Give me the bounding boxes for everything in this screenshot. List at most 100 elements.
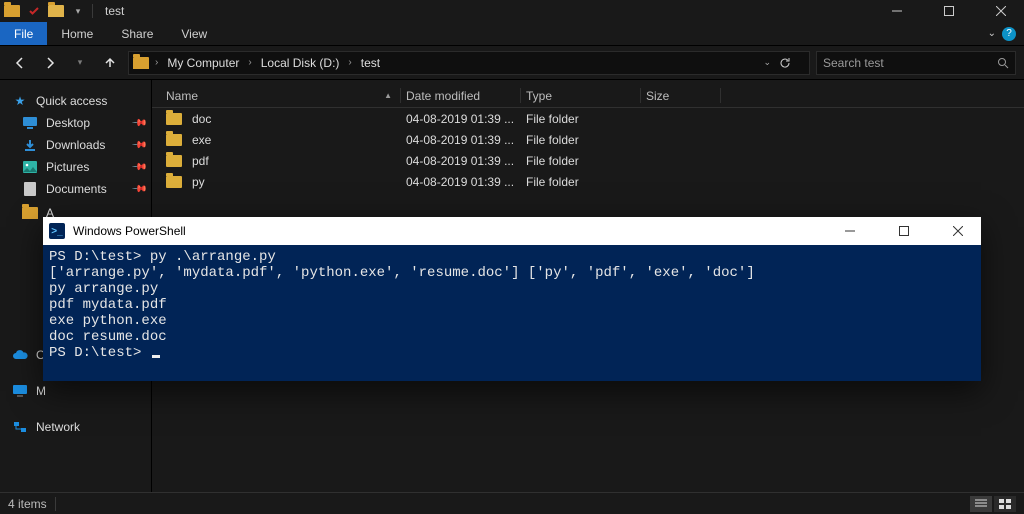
column-headers[interactable]: Name ▲ Date modified Type Size [152,84,1024,108]
pin-icon: 📌 [130,159,147,176]
desktop-icon [22,115,38,131]
view-toggle [970,496,1016,512]
forward-button[interactable] [38,51,62,75]
powershell-title: Windows PowerShell [73,224,186,238]
explorer-icon [4,3,20,19]
folder-icon [133,55,149,71]
file-modified: 04-08-2019 01:39 ... [406,133,526,147]
file-type: File folder [526,175,646,189]
back-button[interactable] [8,51,32,75]
folder-icon [166,134,182,146]
details-view-button[interactable] [970,496,992,512]
pin-icon: 📌 [130,115,147,132]
file-name: exe [192,133,211,147]
tree-my-computer[interactable]: M [6,380,145,402]
minimize-button[interactable] [827,217,873,245]
recent-locations-button[interactable]: ▾ [68,51,92,75]
tree-label: Pictures [46,160,89,174]
refresh-button[interactable] [779,57,801,69]
table-row[interactable]: pdf 04-08-2019 01:39 ...File folder [152,150,1024,171]
tree-label: Desktop [46,116,90,130]
computer-icon [12,383,28,399]
address-dropdown-icon[interactable]: ⌄ [763,57,771,68]
file-modified: 04-08-2019 01:39 ... [406,112,526,126]
powershell-title-bar[interactable]: >_ Windows PowerShell [43,217,981,245]
folder-icon [166,113,182,125]
item-count: 4 items [8,497,47,511]
close-button[interactable] [978,0,1024,22]
folder-icon [166,155,182,167]
tree-label: M [36,384,46,398]
tree-label: Quick access [36,94,107,108]
table-row[interactable]: exe 04-08-2019 01:39 ...File folder [152,129,1024,150]
folder-icon [22,205,38,221]
qat-customize-icon[interactable]: ▾ [70,3,86,19]
powershell-window: >_ Windows PowerShell PS D:\test> py .\a… [43,217,981,381]
star-icon: ★ [12,93,28,109]
ribbon-tabs: File Home Share View ⌄ ? [0,22,1024,46]
tree-downloads[interactable]: Downloads 📌 [6,134,145,156]
tree-desktop[interactable]: Desktop 📌 [6,112,145,134]
up-button[interactable] [98,51,122,75]
ribbon-collapse-icon[interactable]: ⌄ [988,28,996,39]
documents-icon [22,181,38,197]
tree-documents[interactable]: Documents 📌 [6,178,145,200]
maximize-button[interactable] [881,217,927,245]
tab-share[interactable]: Share [107,22,167,45]
tree-label: Network [36,420,80,434]
breadcrumb[interactable]: My Computer [164,56,242,70]
tab-home[interactable]: Home [47,22,107,45]
tree-label: Downloads [46,138,105,152]
file-name: doc [192,112,211,126]
chevron-right-icon: › [153,57,160,68]
tab-file[interactable]: File [0,22,47,45]
network-icon [12,419,28,435]
pin-icon: 📌 [130,137,147,154]
tab-view[interactable]: View [167,22,221,45]
table-row[interactable]: doc 04-08-2019 01:39 ...File folder [152,108,1024,129]
help-icon[interactable]: ? [1002,27,1016,41]
tree-pictures[interactable]: Pictures 📌 [6,156,145,178]
search-placeholder: Search test [823,56,997,70]
file-name: pdf [192,154,209,168]
icons-view-button[interactable] [994,496,1016,512]
column-type[interactable]: Type [526,84,646,107]
chevron-right-icon: › [346,57,353,68]
pin-icon: 📌 [130,181,147,198]
breadcrumb[interactable]: Local Disk (D:) [258,56,343,70]
tree-network[interactable]: Network [6,416,145,438]
folder-icon [166,176,182,188]
pictures-icon [22,159,38,175]
close-button[interactable] [935,217,981,245]
window-title: test [105,4,124,18]
file-type: File folder [526,112,646,126]
navigation-bar: ▾ › My Computer › Local Disk (D:) › test… [0,46,1024,80]
title-bar: ▾ test [0,0,1024,22]
sort-indicator-icon: ▲ [384,91,392,100]
column-name[interactable]: Name ▲ [166,84,406,107]
column-size[interactable]: Size [646,84,726,107]
address-bar[interactable]: › My Computer › Local Disk (D:) › test ⌄ [128,51,810,75]
file-modified: 04-08-2019 01:39 ... [406,175,526,189]
chevron-right-icon: › [246,57,253,68]
file-modified: 04-08-2019 01:39 ... [406,154,526,168]
download-icon [22,137,38,153]
tree-label: Documents [46,182,107,196]
cloud-icon [12,347,28,363]
maximize-button[interactable] [926,0,972,22]
status-bar: 4 items [0,492,1024,514]
powershell-icon: >_ [49,223,65,239]
file-type: File folder [526,133,646,147]
breadcrumb[interactable]: test [358,56,383,70]
search-input[interactable]: Search test [816,51,1016,75]
powershell-console[interactable]: PS D:\test> py .\arrange.py ['arrange.py… [43,245,981,381]
qat-properties-icon[interactable] [26,3,42,19]
table-row[interactable]: py 04-08-2019 01:39 ...File folder [152,171,1024,192]
file-name: py [192,175,205,189]
qat-newfolder-icon[interactable] [48,3,64,19]
tree-quick-access[interactable]: ★ Quick access [6,90,145,112]
column-modified[interactable]: Date modified [406,84,526,107]
minimize-button[interactable] [874,0,920,22]
file-type: File folder [526,154,646,168]
search-icon [997,57,1009,69]
